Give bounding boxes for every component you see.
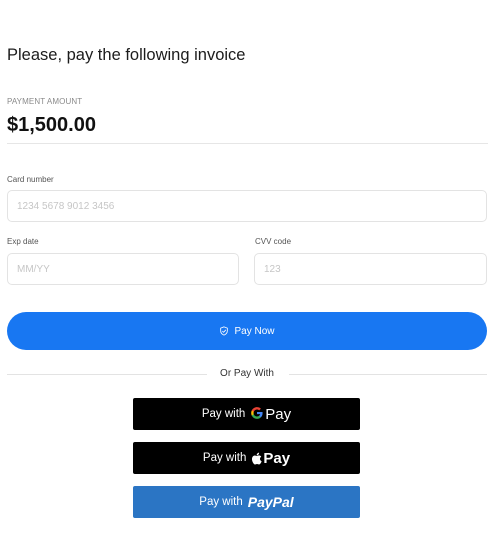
pay-now-label: Pay Now <box>234 325 275 337</box>
payment-amount-label: PAYMENT AMOUNT <box>7 97 83 106</box>
payment-amount: $1,500.00 <box>7 114 96 136</box>
paypal-logo: PayPal <box>247 494 294 510</box>
google-pay-prefix: Pay with <box>201 408 246 420</box>
apple-icon <box>251 452 263 465</box>
paypal-button[interactable]: Pay with PayPal <box>133 486 360 518</box>
divider <box>7 143 488 144</box>
apple-pay-button[interactable]: Pay with Pay <box>133 442 360 474</box>
card-number-input[interactable] <box>7 190 487 222</box>
cvv-label: CVV code <box>255 237 292 246</box>
exp-date-label: Exp date <box>7 237 39 246</box>
exp-date-input[interactable] <box>7 253 239 285</box>
or-pay-with-separator: Or Pay With <box>7 368 487 380</box>
google-g-icon <box>250 405 264 423</box>
cvv-input[interactable] <box>254 253 487 285</box>
card-number-label: Card number <box>7 175 54 184</box>
pay-now-button[interactable]: Pay Now <box>7 312 487 350</box>
or-pay-with-text: Or Pay With <box>214 368 280 379</box>
apple-pay-word: Pay <box>263 449 291 467</box>
page-title: Please, pay the following invoice <box>7 46 246 64</box>
google-pay-button[interactable]: Pay with Pay <box>133 398 360 430</box>
shield-check-icon <box>219 326 229 336</box>
google-pay-word: Pay <box>265 405 292 423</box>
paypal-prefix: Pay with <box>199 496 243 508</box>
apple-pay-prefix: Pay with <box>202 452 247 464</box>
